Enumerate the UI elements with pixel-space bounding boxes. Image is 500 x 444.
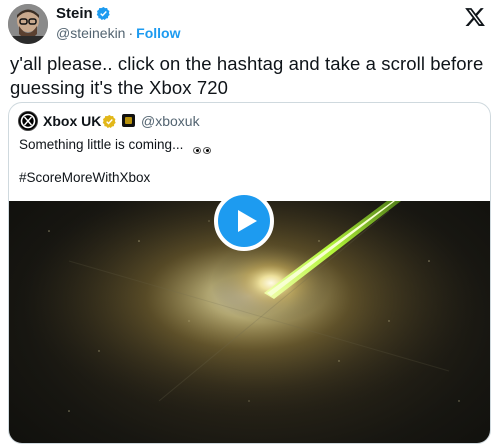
quoted-author-name[interactable]: Xbox UK <box>43 113 101 130</box>
eyes-emoji-icon <box>193 141 213 159</box>
affiliate-badge-icon <box>122 114 135 127</box>
tweet: Stein @steinekin · Follow y'all please.. c… <box>0 0 500 444</box>
author-meta: @steinekin · Follow <box>56 24 180 42</box>
x-logo-icon[interactable] <box>464 6 486 28</box>
quoted-avatar[interactable] <box>18 111 38 131</box>
quoted-text: Something little is coming... <box>19 137 184 152</box>
gold-verified-badge-icon <box>102 114 116 128</box>
separator-dot: · <box>128 25 134 41</box>
author-name[interactable]: Stein <box>56 5 93 23</box>
play-button[interactable] <box>214 191 274 251</box>
quoted-tweet[interactable]: Xbox UK @xboxuk Something little is comi… <box>8 102 491 444</box>
play-icon <box>238 210 257 232</box>
quoted-author-handle[interactable]: @xboxuk <box>141 113 200 130</box>
follow-button[interactable]: Follow <box>136 25 180 41</box>
author-avatar[interactable] <box>8 4 48 44</box>
tweet-text: y'all please.. click on the hashtag and … <box>10 53 484 98</box>
quoted-hashtag[interactable]: #ScoreMoreWithXbox <box>19 169 150 187</box>
author-handle[interactable]: @steinekin <box>56 25 125 41</box>
verified-badge-icon <box>96 6 110 20</box>
